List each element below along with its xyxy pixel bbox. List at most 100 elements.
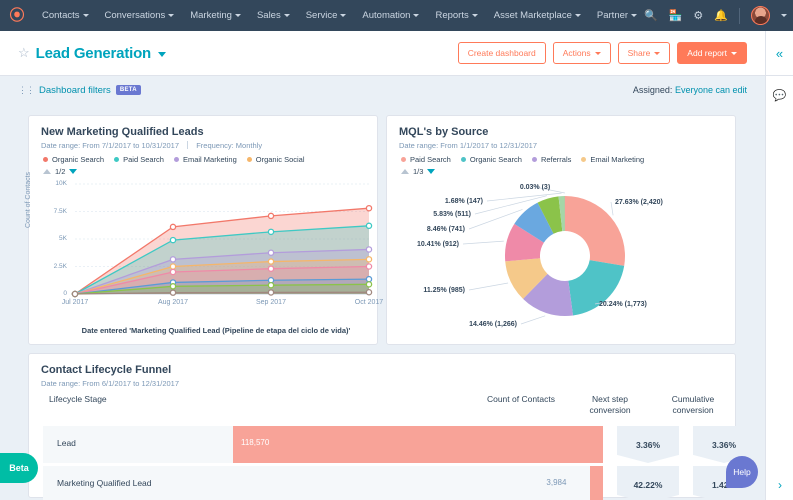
help-button[interactable]: Help (726, 456, 758, 488)
marketplace-icon[interactable]: 🏪 (669, 9, 683, 22)
hubspot-logo[interactable]: ⦿ (0, 8, 34, 23)
legend-label: Email Marketing (182, 155, 237, 164)
data-point[interactable] (267, 265, 275, 272)
mql-card-title: New Marketing Qualified Leads (41, 126, 204, 138)
data-point[interactable] (71, 290, 79, 298)
donut-slice-label: 14.46% (1,266) (469, 321, 517, 328)
funnel-col-count: Count of Contacts (486, 394, 555, 404)
source-legend-item[interactable]: Paid Search (401, 155, 451, 164)
donut-slice[interactable] (565, 196, 625, 266)
mql-page-up-icon[interactable] (43, 169, 51, 174)
collapse-panel-button[interactable]: « (766, 31, 793, 76)
avatar[interactable] (751, 6, 770, 25)
actions-button[interactable]: Actions (552, 42, 611, 64)
card-contact-lifecycle-funnel: Contact Lifecycle Funnel Date range: Fro… (28, 353, 755, 500)
account-chevron-down-icon[interactable] (781, 14, 787, 17)
mql-x-axis-title: Date entered 'Marketing Qualified Lead (… (81, 326, 351, 335)
leader-line (462, 240, 504, 245)
nav-item-conversations[interactable]: Conversations (97, 0, 183, 31)
source-donut-chart: 27.63% (2,420) 20.24% (1,773) 14.46% (1,26… (417, 184, 663, 328)
data-point[interactable] (365, 263, 373, 270)
favorite-star-icon[interactable]: ☆ (18, 45, 30, 61)
data-point[interactable] (365, 256, 373, 263)
nav-item-label: Contacts (42, 10, 80, 21)
nav-item-automation[interactable]: Automation (354, 0, 427, 31)
mql-legend-item[interactable]: Organic Search (43, 155, 104, 164)
data-point[interactable] (169, 256, 177, 263)
expand-panel-button[interactable]: › (766, 478, 793, 492)
donut-slice-label: 20.24% (1,773) (599, 301, 647, 308)
data-point[interactable] (365, 275, 373, 283)
header-actions: Create dashboard Actions Share Add repor… (457, 42, 747, 64)
data-point[interactable] (365, 204, 373, 212)
source-legend-item[interactable]: Referrals (531, 155, 571, 164)
mql-area-chart (71, 183, 373, 298)
data-point[interactable] (267, 249, 275, 257)
data-point[interactable] (169, 263, 177, 270)
funnel-next-step-conversion: 3.36% (617, 426, 679, 463)
nav-item-sales[interactable]: Sales (249, 0, 298, 31)
data-point[interactable] (169, 268, 177, 276)
data-point[interactable] (267, 258, 275, 265)
data-point[interactable] (365, 246, 373, 253)
nav-item-contacts[interactable]: Contacts (34, 0, 97, 31)
add-report-button[interactable]: Add report (677, 42, 747, 64)
funnel-count-value: 3,984 (546, 478, 567, 487)
notifications-bell-icon[interactable]: 🔔 (714, 9, 728, 22)
funnel-row[interactable]: Marketing Qualified Lead 3,984 42.22% 1.42% (43, 466, 755, 500)
legend-color-dot (246, 157, 252, 162)
create-dashboard-button[interactable]: Create dashboard (457, 42, 546, 64)
funnel-bar (590, 466, 603, 500)
search-icon[interactable]: 🔍 (644, 9, 658, 22)
nav-item-marketing[interactable]: Marketing (182, 0, 249, 31)
data-point[interactable] (169, 236, 177, 244)
legend-color-dot (531, 157, 537, 162)
dashboard-chevron-down-icon[interactable] (158, 52, 167, 57)
data-point[interactable] (365, 288, 373, 296)
data-point[interactable] (169, 283, 177, 290)
data-point[interactable] (267, 212, 275, 220)
nav-item-partner[interactable]: Partner (589, 0, 645, 31)
nav-item-label: Partner (596, 10, 629, 21)
legend-color-dot (173, 157, 179, 162)
nav-item-label: Automation (362, 10, 411, 21)
source-page-up-icon[interactable] (401, 169, 409, 174)
assigned-value-link[interactable]: Everyone can edit (675, 85, 747, 95)
nav-item-reports[interactable]: Reports (427, 0, 485, 31)
source-legend-item[interactable]: Organic Search (460, 155, 522, 164)
chevron-down-icon (168, 14, 175, 17)
data-point[interactable] (169, 223, 177, 231)
funnel-row[interactable]: Lead 118,570 3.36% 3.36% (43, 426, 755, 463)
mql-legend-item[interactable]: Paid Search (114, 155, 164, 164)
data-point[interactable] (365, 281, 373, 288)
mql-legend-item[interactable]: Organic Social (246, 155, 305, 164)
data-point[interactable] (267, 228, 275, 236)
beta-floating-badge[interactable]: Beta (0, 453, 38, 483)
comment-icon[interactable]: 💬 (766, 76, 793, 114)
dashboard-filters-toggle[interactable]: ⋮⋮ Dashboard filters BETA (18, 85, 141, 96)
page-header: ☆ Lead Generation Create dashboard Actio… (0, 31, 765, 76)
share-button[interactable]: Share (617, 42, 671, 64)
settings-gear-icon[interactable]: ⚙ (693, 9, 703, 22)
data-point[interactable] (365, 222, 373, 230)
top-navigation-bar: ⦿ Contacts Conversations Marketing Sales Ser… (0, 0, 793, 31)
nav-item-asset-marketplace[interactable]: Asset Marketplace (486, 0, 589, 31)
legend-label: Email Marketing (590, 155, 645, 164)
chevron-down-icon (631, 14, 638, 17)
data-point[interactable] (267, 281, 275, 289)
mql-page-down-icon[interactable] (69, 169, 78, 174)
x-tick-label: Sep 2017 (256, 299, 286, 306)
data-point[interactable] (267, 289, 275, 296)
source-page-down-icon[interactable] (427, 169, 436, 174)
source-card-title: MQL's by Source (399, 126, 489, 138)
legend-label: Organic Social (255, 155, 305, 164)
donut-slice-label: 1.68% (147) (445, 198, 483, 205)
nav-item-service[interactable]: Service (298, 0, 355, 31)
leader-line (520, 315, 546, 325)
legend-color-dot (460, 157, 466, 162)
funnel-stage-label: Marketing Qualified Lead (57, 478, 152, 488)
data-point[interactable] (169, 289, 177, 296)
source-legend-item[interactable]: Email Marketing (581, 155, 644, 164)
legend-label: Organic Search (52, 155, 105, 164)
mql-legend-item[interactable]: Email Marketing (173, 155, 237, 164)
